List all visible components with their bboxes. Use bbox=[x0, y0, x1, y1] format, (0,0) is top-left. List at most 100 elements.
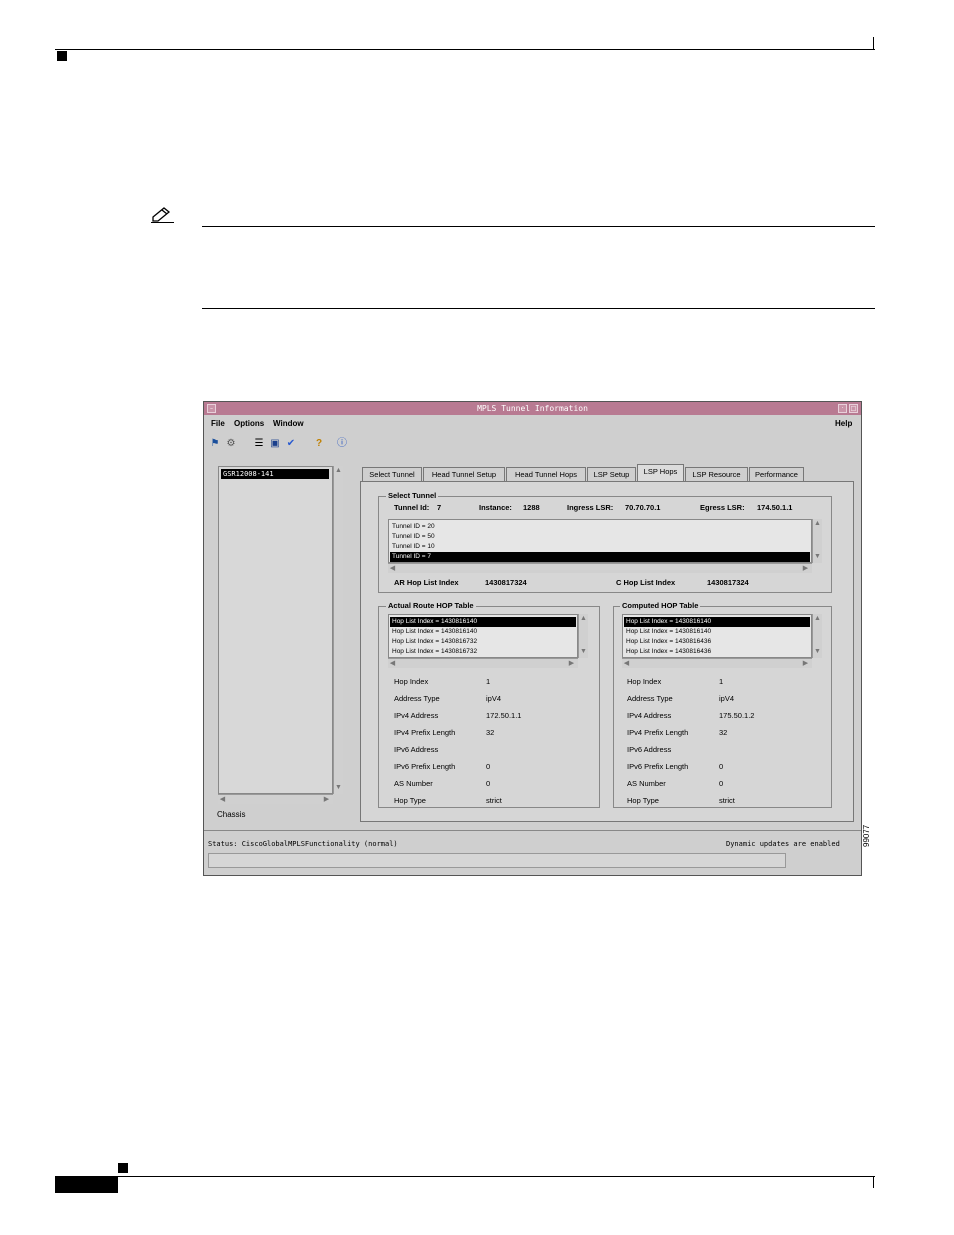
field-label: IPv4 Address bbox=[627, 711, 672, 720]
scroll-down-arrow-icon[interactable]: ▼ bbox=[813, 552, 822, 561]
field-value: 32 bbox=[486, 728, 495, 737]
computed-hop-list[interactable]: Hop List Index = 1430816140 Hop List Ind… bbox=[622, 614, 812, 658]
monitor-icon[interactable]: ▣ bbox=[268, 436, 282, 451]
check-icon[interactable]: ✔ bbox=[284, 436, 298, 451]
list-item-selected[interactable]: Hop List Index = 1430816140 bbox=[390, 617, 576, 627]
scroll-down-arrow-icon[interactable]: ▼ bbox=[813, 647, 822, 656]
menu-window[interactable]: Window bbox=[273, 419, 304, 428]
ar-hop-list-value: 1430817324 bbox=[485, 578, 527, 587]
tab-lsp-setup[interactable]: LSP Setup bbox=[587, 467, 636, 481]
menu-file[interactable]: File bbox=[211, 419, 225, 428]
list-item[interactable]: Hop List Index = 1430816436 bbox=[624, 637, 810, 647]
list-item-selected[interactable]: Hop List Index = 1430816140 bbox=[624, 617, 810, 627]
egress-lsr-value: 174.50.1.1 bbox=[757, 503, 793, 512]
scroll-left-arrow-icon[interactable]: ◀ bbox=[388, 659, 397, 668]
scroll-up-arrow-icon[interactable]: ▲ bbox=[813, 519, 822, 528]
chassis-tree[interactable]: GSR12008-141 bbox=[218, 466, 333, 794]
tab-head-tunnel-hops[interactable]: Head Tunnel Hops bbox=[506, 467, 586, 481]
field-label: IPv6 Prefix Length bbox=[394, 762, 456, 771]
list-item[interactable]: Tunnel ID = 10 bbox=[390, 542, 810, 552]
list-item[interactable]: Hop List Index = 1430816732 bbox=[390, 637, 576, 647]
scroll-left-arrow-icon[interactable]: ◀ bbox=[218, 795, 227, 804]
tab-performance[interactable]: Performance bbox=[749, 467, 804, 481]
mpls-tunnel-window: – MPLS Tunnel Information · □ File Optio… bbox=[203, 401, 862, 876]
select-tunnel-group-label: Select Tunnel bbox=[386, 491, 439, 500]
scroll-left-arrow-icon[interactable]: ◀ bbox=[622, 659, 631, 668]
field-label: Hop Index bbox=[627, 677, 662, 686]
header-tick bbox=[873, 37, 874, 49]
tab-lsp-hops[interactable]: LSP Hops bbox=[637, 464, 684, 481]
tunnel-list[interactable]: Tunnel ID = 20 Tunnel ID = 50 Tunnel ID … bbox=[388, 519, 812, 563]
field-label: IPv6 Prefix Length bbox=[627, 762, 689, 771]
field-value: 175.50.1.2 bbox=[719, 711, 755, 720]
network-icon[interactable]: ⚙ bbox=[224, 436, 238, 451]
field-label: Hop Index bbox=[394, 677, 429, 686]
field-value: 0 bbox=[719, 779, 724, 788]
tree-item-selected[interactable]: GSR12008-141 bbox=[221, 469, 329, 479]
scroll-up-arrow-icon[interactable]: ▲ bbox=[334, 466, 343, 475]
tab-head-tunnel-setup[interactable]: Head Tunnel Setup bbox=[423, 467, 505, 481]
run-icon[interactable]: ⚑ bbox=[208, 436, 222, 451]
actual-hop-list-vertical-scrollbar[interactable]: ▲ ▼ bbox=[578, 614, 588, 658]
scroll-down-arrow-icon[interactable]: ▼ bbox=[334, 783, 343, 792]
help-icon[interactable]: ? bbox=[312, 436, 326, 451]
list-item[interactable]: Hop List Index = 1430816436 bbox=[624, 647, 810, 657]
tree-horizontal-scrollbar[interactable]: ◀ ▶ bbox=[218, 794, 333, 804]
instance-label: Instance: bbox=[479, 503, 512, 512]
note-top-rule bbox=[202, 226, 875, 227]
ar-hop-list-label: AR Hop List Index bbox=[394, 578, 459, 587]
list-item[interactable]: Tunnel ID = 20 bbox=[390, 522, 810, 532]
computed-hop-list-horizontal-scrollbar[interactable]: ◀ ▶ bbox=[622, 658, 812, 668]
actual-hop-list[interactable]: Hop List Index = 1430816140 Hop List Ind… bbox=[388, 614, 578, 658]
field-label: AS Number bbox=[394, 779, 433, 788]
actual-route-hop-label: Actual Route HOP Table bbox=[386, 601, 476, 610]
list-item[interactable]: Hop List Index = 1430816140 bbox=[624, 627, 810, 637]
actual-hop-list-horizontal-scrollbar[interactable]: ◀ ▶ bbox=[388, 658, 578, 668]
list-item[interactable]: Hop List Index = 1430816732 bbox=[390, 647, 576, 657]
menu-options[interactable]: Options bbox=[234, 419, 264, 428]
c-hop-list-value: 1430817324 bbox=[707, 578, 749, 587]
field-value: ipV4 bbox=[719, 694, 735, 703]
tunnel-list-vertical-scrollbar[interactable]: ▲ ▼ bbox=[812, 519, 822, 563]
scroll-right-arrow-icon[interactable]: ▶ bbox=[801, 659, 810, 668]
tab-select-tunnel[interactable]: Select Tunnel bbox=[362, 467, 422, 481]
egress-lsr-label: Egress LSR: bbox=[700, 503, 745, 512]
computed-hop-label: Computed HOP Table bbox=[620, 601, 701, 610]
minimize-button[interactable]: · bbox=[838, 404, 847, 413]
footer-page-block bbox=[55, 1177, 118, 1193]
progress-bar bbox=[208, 853, 786, 868]
scroll-up-arrow-icon[interactable]: ▲ bbox=[579, 614, 588, 623]
maximize-button[interactable]: □ bbox=[849, 404, 858, 413]
field-value: 32 bbox=[719, 728, 728, 737]
menu-help[interactable]: Help bbox=[835, 419, 852, 428]
header-marker bbox=[57, 51, 67, 61]
tunnel-id-value: 7 bbox=[437, 503, 442, 512]
footer-rule bbox=[55, 1176, 875, 1177]
footer-marker bbox=[118, 1163, 128, 1173]
tunnel-list-horizontal-scrollbar[interactable]: ◀ ▶ bbox=[388, 563, 812, 573]
header-rule bbox=[55, 49, 875, 50]
window-title: MPLS Tunnel Information bbox=[477, 404, 588, 413]
dynamic-updates-text: Dynamic updates are enabled bbox=[726, 840, 840, 848]
list-icon[interactable]: ☰ bbox=[252, 436, 266, 451]
scroll-up-arrow-icon[interactable]: ▲ bbox=[813, 614, 822, 623]
list-item-selected[interactable]: Tunnel ID = 7 bbox=[390, 552, 810, 562]
list-item[interactable]: Tunnel ID = 50 bbox=[390, 532, 810, 542]
scroll-right-arrow-icon[interactable]: ▶ bbox=[322, 795, 331, 804]
list-item[interactable]: Hop List Index = 1430816140 bbox=[390, 627, 576, 637]
computed-hop-list-vertical-scrollbar[interactable]: ▲ ▼ bbox=[812, 614, 822, 658]
ingress-lsr-label: Ingress LSR: bbox=[567, 503, 614, 512]
info-icon[interactable]: ⓘ bbox=[335, 436, 349, 451]
scroll-down-arrow-icon[interactable]: ▼ bbox=[579, 647, 588, 656]
tunnel-id-label: Tunnel Id: bbox=[394, 503, 430, 512]
tab-lsp-resource[interactable]: LSP Resource bbox=[685, 467, 748, 481]
field-label: Address Type bbox=[627, 694, 673, 703]
tree-vertical-scrollbar[interactable]: ▲ ▼ bbox=[333, 466, 343, 794]
figure-id: 99077 bbox=[862, 824, 871, 847]
field-label: IPv6 Address bbox=[394, 745, 439, 754]
scroll-right-arrow-icon[interactable]: ▶ bbox=[567, 659, 576, 668]
field-value: ipV4 bbox=[486, 694, 502, 703]
status-text: Status: CiscoGlobalMPLSFunctionality (no… bbox=[208, 840, 398, 848]
scroll-right-arrow-icon[interactable]: ▶ bbox=[801, 564, 810, 573]
scroll-left-arrow-icon[interactable]: ◀ bbox=[388, 564, 397, 573]
